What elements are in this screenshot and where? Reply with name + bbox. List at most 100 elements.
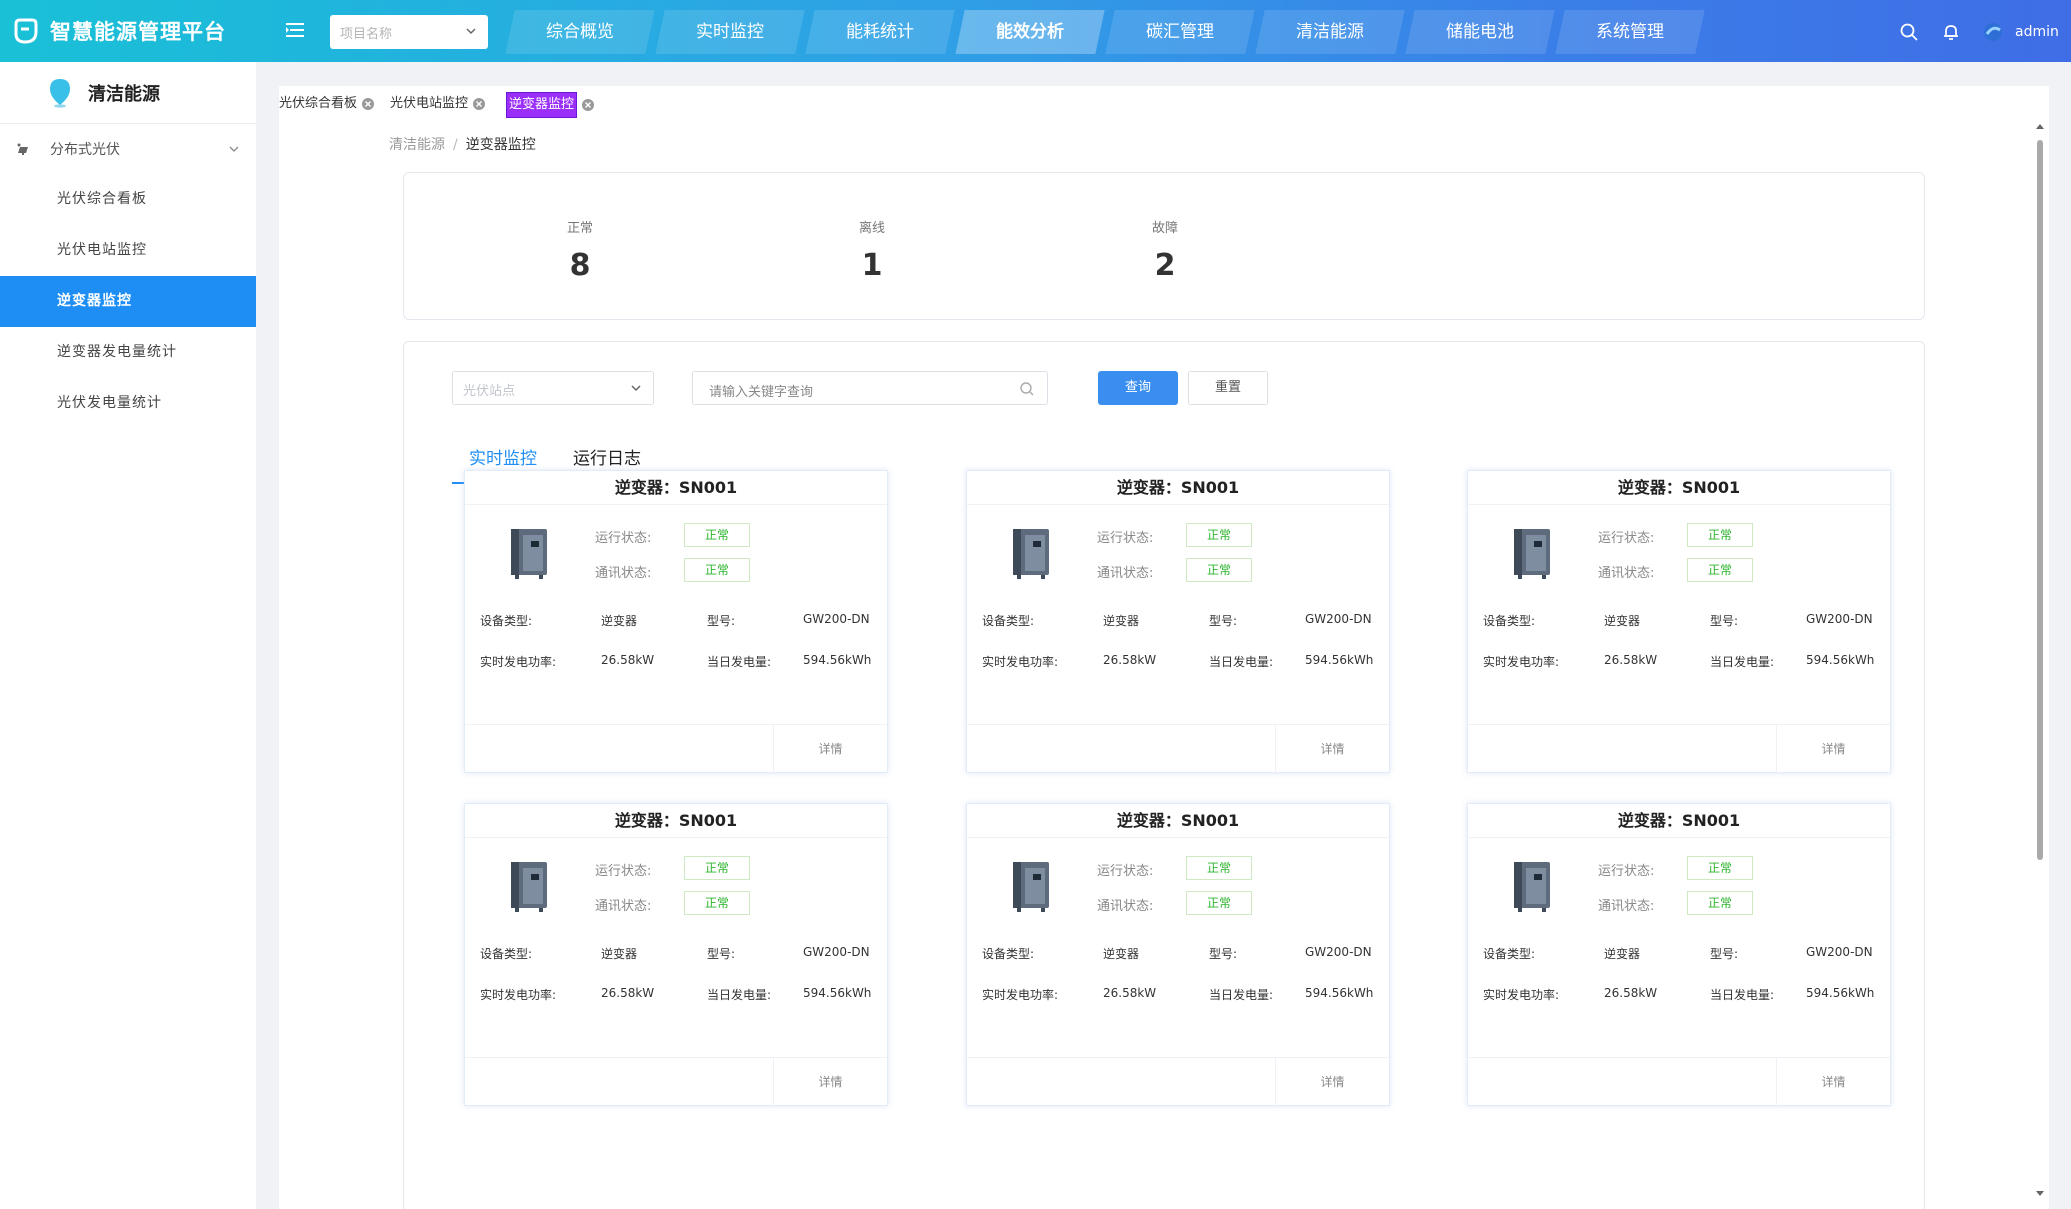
device-type-value: 逆变器 — [601, 947, 638, 961]
breadcrumb-parent[interactable]: 清洁能源 — [389, 137, 445, 153]
device-type-label: 设备类型: — [480, 947, 533, 961]
comm-status-label: 通讯状态: — [595, 566, 652, 581]
sidebar-item-pv-dashboard[interactable]: 光伏综合看板 — [0, 174, 256, 225]
model-value: GW200-DN — [1806, 612, 1873, 626]
inverter-title: 逆变器：SN001 — [967, 471, 1389, 505]
daily-energy-value: 594.56kWh — [1806, 986, 1875, 1000]
logo-icon — [14, 18, 38, 44]
scroll-down-arrow-icon[interactable] — [2036, 1190, 2044, 1198]
stat-label: 正常 — [566, 221, 593, 236]
daily-energy-value: 594.56kWh — [1305, 986, 1374, 1000]
scrollbar[interactable] — [2034, 120, 2046, 1200]
nav-tab-label: 综合概览 — [546, 22, 614, 42]
stat-fault: 故障 2 — [1105, 217, 1225, 283]
stat-value: 8 — [569, 248, 591, 283]
inverter-device-icon — [511, 862, 547, 912]
device-type-value: 逆变器 — [1604, 947, 1641, 961]
sidebar-group-label: 分布式光伏 — [50, 142, 120, 158]
inverter-list-card: 光伏站点 请输入关键字查询 查询 重置 实时监控 运行日志 逆变器：SN001 运… — [403, 341, 1925, 1209]
comm-status-label: 通讯状态: — [595, 899, 652, 914]
inverter-device-icon — [511, 529, 547, 579]
nav-tab-carbon[interactable]: 碳汇管理 — [1105, 10, 1255, 54]
inverter-title: 逆变器：SN001 — [1468, 804, 1890, 838]
nav-tab-clean-energy[interactable]: 清洁能源 — [1255, 10, 1405, 54]
model-label: 型号: — [707, 614, 736, 628]
project-select-placeholder: 项目名称 — [340, 27, 393, 42]
scrollbar-thumb[interactable] — [2037, 140, 2043, 860]
stat-value: 2 — [1154, 248, 1176, 283]
nav-tab-energy-stats[interactable]: 能耗统计 — [805, 10, 955, 54]
search-icon[interactable] — [1899, 22, 1919, 42]
page-tab-label: 逆变器监控 — [506, 92, 578, 118]
card-footer: 详情 — [465, 1057, 887, 1106]
sidebar-item-inverter-energy-stats[interactable]: 逆变器发电量统计 — [0, 327, 256, 378]
stat-normal: 正常 8 — [520, 217, 640, 283]
query-button[interactable]: 查询 — [1098, 371, 1178, 405]
device-type-label: 设备类型: — [982, 614, 1035, 628]
close-icon[interactable] — [472, 97, 486, 111]
avatar[interactable] — [1983, 22, 2003, 42]
menu-toggle-icon[interactable] — [284, 20, 306, 40]
search-input[interactable]: 请输入关键字查询 — [692, 371, 1048, 405]
nav-tab-efficiency[interactable]: 能效分析 — [955, 10, 1105, 54]
device-type-value: 逆变器 — [1604, 614, 1641, 628]
solar-panel-icon — [17, 143, 28, 155]
inverter-card: 逆变器：SN001 运行状态: 正常 通讯状态: 正常 设备类型: 逆变器 型号: GW200-… — [1467, 803, 1891, 1106]
close-icon[interactable] — [581, 98, 595, 112]
nav-tab-system[interactable]: 系统管理 — [1555, 10, 1705, 54]
inverter-title: 逆变器：SN001 — [1468, 471, 1890, 505]
detail-button[interactable]: 详情 — [1275, 1058, 1389, 1106]
comm-status-badge: 正常 — [1687, 891, 1753, 915]
daily-energy-label: 当日发电量: — [1710, 655, 1775, 669]
nav-tab-label: 清洁能源 — [1296, 22, 1364, 42]
detail-button[interactable]: 详情 — [1776, 1058, 1890, 1106]
comm-status-badge: 正常 — [684, 891, 750, 915]
nav-tab-realtime[interactable]: 实时监控 — [655, 10, 805, 54]
detail-button[interactable]: 详情 — [773, 1058, 887, 1106]
nav-tab-label: 碳汇管理 — [1146, 22, 1214, 42]
page-tab-pv-station-monitor[interactable]: 光伏电站监控 — [370, 92, 486, 116]
comm-status-badge: 正常 — [1687, 558, 1753, 582]
sidebar-item-pv-energy-stats[interactable]: 光伏发电量统计 — [0, 378, 256, 429]
sidebar-group-distributed-pv[interactable]: 分布式光伏 — [0, 124, 256, 174]
chevron-down-icon — [631, 385, 641, 392]
page-tab-pv-dashboard[interactable]: 光伏综合看板 — [259, 92, 375, 116]
card-footer: 详情 — [465, 724, 887, 773]
card-footer: 详情 — [1468, 1057, 1890, 1106]
station-select[interactable]: 光伏站点 — [452, 371, 654, 405]
card-footer: 详情 — [967, 724, 1389, 773]
page-tab-label: 光伏电站监控 — [390, 96, 469, 111]
scroll-up-arrow-icon[interactable] — [2036, 122, 2044, 130]
top-bar: 智慧能源管理平台 项目名称 综合概览 实时监控 能耗统计 能效分析 碳汇管理 清… — [0, 0, 2071, 62]
run-status-badge: 正常 — [1186, 523, 1252, 547]
device-type-label: 设备类型: — [1483, 947, 1536, 961]
comm-status-label: 通讯状态: — [1598, 899, 1655, 914]
nav-tab-battery[interactable]: 储能电池 — [1405, 10, 1555, 54]
daily-energy-value: 594.56kWh — [803, 986, 872, 1000]
comm-status-badge: 正常 — [1186, 891, 1252, 915]
user-name[interactable]: admin — [2015, 24, 2059, 40]
run-status-badge: 正常 — [1186, 856, 1252, 880]
reset-button[interactable]: 重置 — [1188, 371, 1268, 405]
sidebar-item-inverter-monitor[interactable]: 逆变器监控 — [0, 276, 256, 327]
bell-icon[interactable] — [1941, 22, 1961, 42]
stat-offline: 离线 1 — [812, 217, 932, 283]
inverter-device-icon — [1013, 862, 1049, 912]
search-icon[interactable] — [1019, 381, 1035, 397]
run-status-label: 运行状态: — [595, 864, 652, 879]
realtime-power-value: 26.58kW — [1604, 986, 1658, 1000]
project-select[interactable]: 项目名称 — [330, 15, 488, 49]
detail-button[interactable]: 详情 — [1275, 725, 1389, 773]
model-label: 型号: — [1710, 947, 1739, 961]
daily-energy-label: 当日发电量: — [1209, 988, 1274, 1002]
detail-button[interactable]: 详情 — [1776, 725, 1890, 773]
nav-tab-overview[interactable]: 综合概览 — [505, 10, 655, 54]
page-tab-inverter-monitor[interactable]: 逆变器监控 — [486, 92, 595, 118]
content-area: 光伏综合看板 光伏电站监控 逆变器监控 清洁能源 / 逆变器监控 正常 8 离线 1… — [279, 86, 2049, 1209]
device-type-value: 逆变器 — [1103, 947, 1140, 961]
inverter-device-icon — [1514, 529, 1550, 579]
station-select-placeholder: 光伏站点 — [463, 384, 516, 399]
detail-button[interactable]: 详情 — [773, 725, 887, 773]
sidebar-item-pv-station-monitor[interactable]: 光伏电站监控 — [0, 225, 256, 276]
inverter-title: 逆变器：SN001 — [967, 804, 1389, 838]
